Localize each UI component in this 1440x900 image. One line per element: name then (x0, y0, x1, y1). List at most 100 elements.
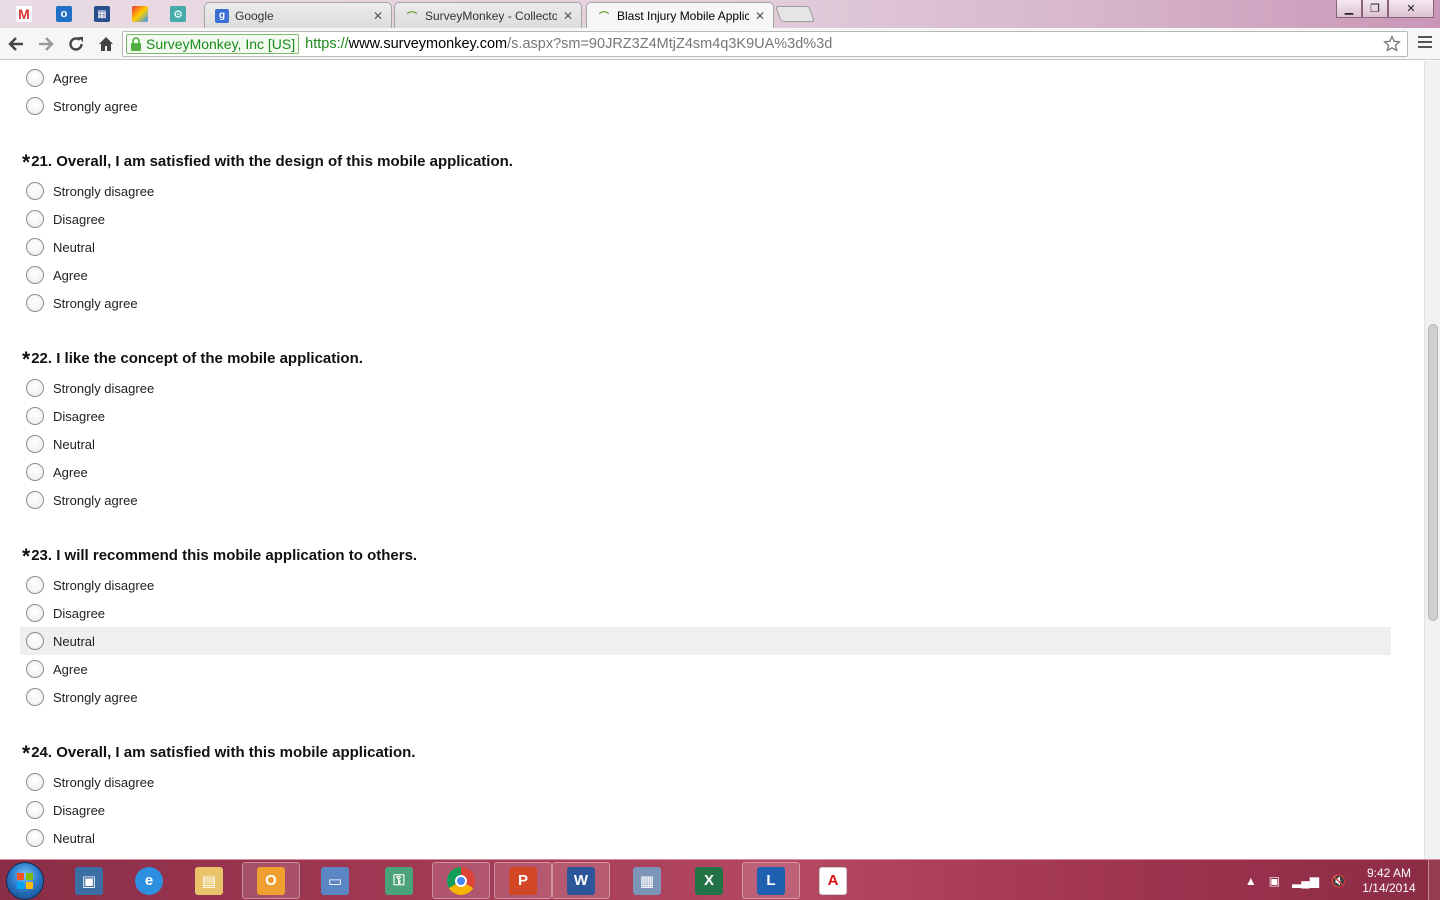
minimize-button[interactable]: ▁ (1336, 0, 1362, 18)
close-icon[interactable]: ✕ (563, 9, 573, 23)
windows-logo-icon (17, 873, 33, 889)
radio-button[interactable] (26, 801, 44, 819)
clock-date: 1/14/2014 (1362, 880, 1416, 895)
show-desktop-button[interactable] (1428, 860, 1440, 900)
back-button[interactable] (2, 30, 30, 58)
radio-button[interactable] (26, 829, 44, 847)
radio-button[interactable] (26, 688, 44, 706)
radio-button[interactable] (26, 379, 44, 397)
option-neutral[interactable]: Neutral (20, 430, 1391, 458)
taskbar-app-chrome[interactable] (432, 862, 490, 899)
pinned-tab-picasa[interactable] (122, 2, 158, 26)
network-device-icon[interactable]: ▣ (1269, 874, 1280, 888)
url-scheme: https:// (305, 36, 349, 52)
taskbar-app-excel[interactable]: X (680, 862, 738, 899)
pinned-tab-outlook[interactable]: o (46, 2, 82, 26)
option-label: Neutral (53, 830, 95, 846)
taskbar-app-outlook[interactable]: O (242, 862, 300, 899)
option-agree[interactable]: Agree (20, 261, 1391, 289)
radio-button[interactable] (26, 435, 44, 453)
radio-button[interactable] (26, 294, 44, 312)
taskbar-app-acrobat[interactable]: A (804, 862, 862, 899)
option-agree[interactable]: Agree (20, 655, 1391, 683)
vertical-scrollbar[interactable] (1424, 61, 1440, 859)
radio-button[interactable] (26, 773, 44, 791)
radio-button[interactable] (26, 604, 44, 622)
taskbar-app-internet-explorer[interactable]: e (120, 862, 178, 899)
powerpoint-icon: P (509, 866, 537, 895)
radio-button[interactable] (26, 266, 44, 284)
forward-button[interactable] (32, 30, 60, 58)
chrome-menu-icon[interactable] (1418, 36, 1432, 51)
radio-button[interactable] (26, 238, 44, 256)
question-text: 24. Overall, I am satisfied with this mo… (31, 743, 416, 761)
taskbar-app-word[interactable]: W (552, 862, 610, 899)
close-icon[interactable]: ✕ (755, 9, 765, 23)
option-label: Agree (53, 464, 88, 480)
radio-button[interactable] (26, 463, 44, 481)
radio-button[interactable] (26, 407, 44, 425)
radio-button[interactable] (26, 576, 44, 594)
option-agree[interactable]: Agree (20, 458, 1391, 486)
taskbar-app-remote-desktop[interactable]: ▭ (306, 862, 364, 899)
vpn-lock-icon: ⚿ (385, 866, 413, 895)
option-disagree[interactable]: Disagree (20, 402, 1391, 430)
pinned-tab-gmail[interactable]: M (6, 2, 42, 26)
radio-button[interactable] (26, 632, 44, 650)
reload-button[interactable] (62, 30, 90, 58)
option-strongly-disagree[interactable]: Strongly disagree (20, 571, 1391, 599)
option-neutral[interactable]: Neutral (20, 824, 1391, 852)
option-strongly-agree[interactable]: Strongly agree (20, 289, 1391, 317)
clock[interactable]: 9:42 AM 1/14/2014 (1358, 866, 1420, 896)
radio-button[interactable] (26, 210, 44, 228)
taskbar-app-media-center[interactable]: ▣ (60, 862, 118, 899)
option-neutral[interactable]: Neutral (20, 233, 1391, 261)
option-strongly-disagree[interactable]: Strongly disagree (20, 177, 1391, 205)
close-window-button[interactable]: ✕ (1388, 0, 1434, 18)
tab-label: Blast Injury Mobile Applic (617, 8, 749, 23)
option-strongly-disagree[interactable]: Strongly disagree (20, 768, 1391, 796)
option-strongly-agree[interactable]: Strongly agree (20, 92, 1391, 120)
tray-expand-icon[interactable]: ▲ (1245, 874, 1257, 888)
option-strongly-agree[interactable]: Strongly agree (20, 683, 1391, 711)
menu-bar (1418, 46, 1432, 48)
taskbar-app-powerpoint[interactable]: P (494, 862, 552, 899)
close-icon[interactable]: ✕ (373, 9, 383, 23)
address-bar[interactable]: SurveyMonkey, Inc [US] https://www.surve… (122, 31, 1408, 57)
radio-button[interactable] (26, 491, 44, 509)
home-button[interactable] (92, 30, 120, 58)
url-text[interactable]: https://www.surveymonkey.com/s.aspx?sm=9… (305, 36, 832, 52)
signal-strength-icon[interactable]: ▂▄▆ (1292, 874, 1319, 888)
option-disagree[interactable]: Disagree (20, 599, 1391, 627)
new-tab-button[interactable] (775, 6, 815, 22)
radio-button[interactable] (26, 660, 44, 678)
taskbar-app-vpn[interactable]: ⚿ (370, 862, 428, 899)
pinned-tab-settings[interactable]: ⚙ (160, 2, 196, 26)
option-neutral[interactable]: Neutral (20, 627, 1391, 655)
taskbar-app-lync[interactable]: L (742, 862, 800, 899)
tab-google[interactable]: g Google ✕ (204, 2, 392, 28)
radio-button[interactable] (26, 69, 44, 87)
pinned-tab-calendar[interactable]: ▦ (84, 2, 120, 26)
taskbar-app-explorer[interactable]: ▤ (180, 862, 238, 899)
start-button[interactable] (6, 862, 44, 900)
settings-gear-icon: ⚙ (170, 6, 186, 22)
radio-button[interactable] (26, 97, 44, 115)
option-strongly-agree[interactable]: Strongly agree (20, 486, 1391, 514)
radio-button[interactable] (26, 182, 44, 200)
question-text: 22. I like the concept of the mobile app… (31, 349, 363, 367)
option-disagree[interactable]: Disagree (20, 796, 1391, 824)
option-strongly-disagree[interactable]: Strongly disagree (20, 374, 1391, 402)
bookmark-star-icon[interactable] (1383, 35, 1401, 53)
volume-muted-icon[interactable]: 🔇 (1331, 874, 1346, 888)
taskbar-app-calculator[interactable]: ▦ (618, 862, 676, 899)
option-disagree[interactable]: Disagree (20, 205, 1391, 233)
tab-surveymonkey-collector[interactable]: ⌒ SurveyMonkey - Collector ✕ (394, 2, 582, 28)
restore-button[interactable]: ❐ (1362, 0, 1388, 18)
option-agree[interactable]: Agree (20, 64, 1391, 92)
tab-blast-injury[interactable]: ⌒ Blast Injury Mobile Applic ✕ (586, 2, 774, 28)
ev-certificate-badge[interactable]: SurveyMonkey, Inc [US] (126, 34, 300, 54)
menu-bar (1418, 41, 1432, 43)
calendar-grid-icon: ▦ (94, 6, 110, 22)
scrollbar-thumb[interactable] (1428, 324, 1438, 621)
